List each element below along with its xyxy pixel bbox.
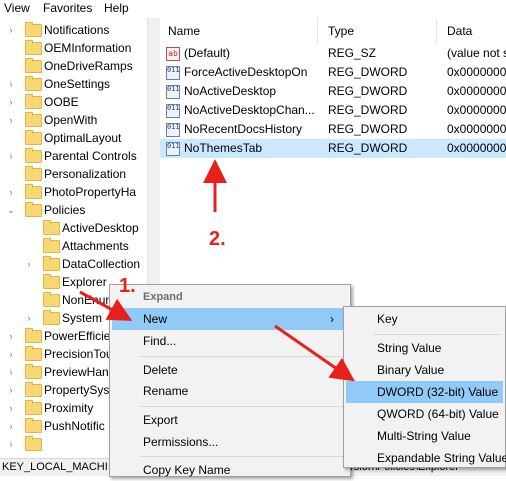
annotation-step-2: 2. xyxy=(209,228,226,250)
arrow-step-3 xyxy=(274,324,355,382)
annotation-step-1: 1. xyxy=(119,275,136,297)
annotation-overlay xyxy=(79,159,355,382)
